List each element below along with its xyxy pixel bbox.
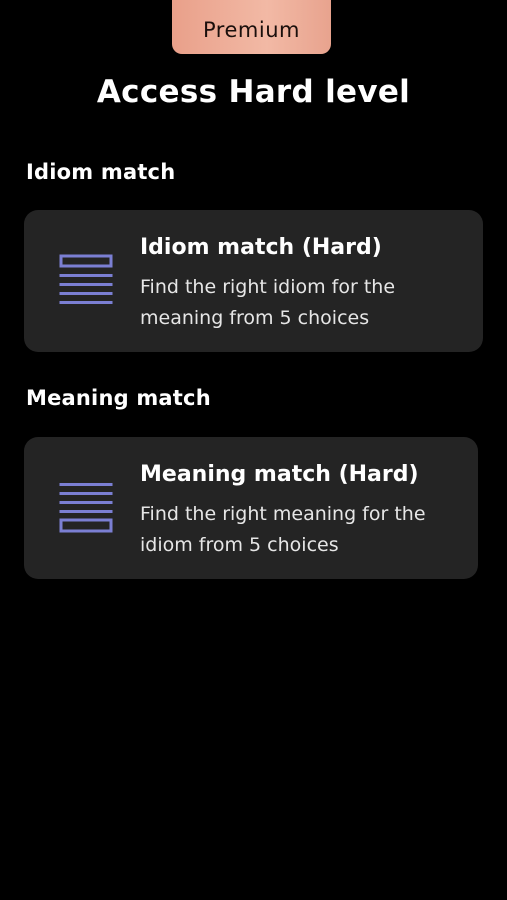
card-title: Meaning match (Hard) [140, 462, 419, 487]
card-title: Idiom match (Hard) [140, 235, 382, 260]
premium-badge-label: Premium [203, 18, 300, 42]
premium-badge: Premium [172, 0, 331, 54]
list-bottom-box-icon [59, 483, 113, 533]
screen: Premium Access Hard level Idiom match Id… [0, 0, 507, 900]
card-description: Find the right meaning for the idiom fro… [140, 503, 426, 556]
idiom-match-hard-card[interactable]: Idiom match (Hard) Find the right idiom … [24, 210, 483, 352]
meaning-match-hard-card[interactable]: Meaning match (Hard) Find the right mean… [24, 437, 478, 579]
page-title: Access Hard level [96, 74, 411, 110]
card-description: Find the right idiom for the meaning fro… [140, 276, 396, 329]
section-heading-idiom-match: Idiom match [26, 160, 176, 184]
list-top-box-icon [59, 254, 113, 304]
section-heading-meaning-match: Meaning match [26, 386, 211, 410]
